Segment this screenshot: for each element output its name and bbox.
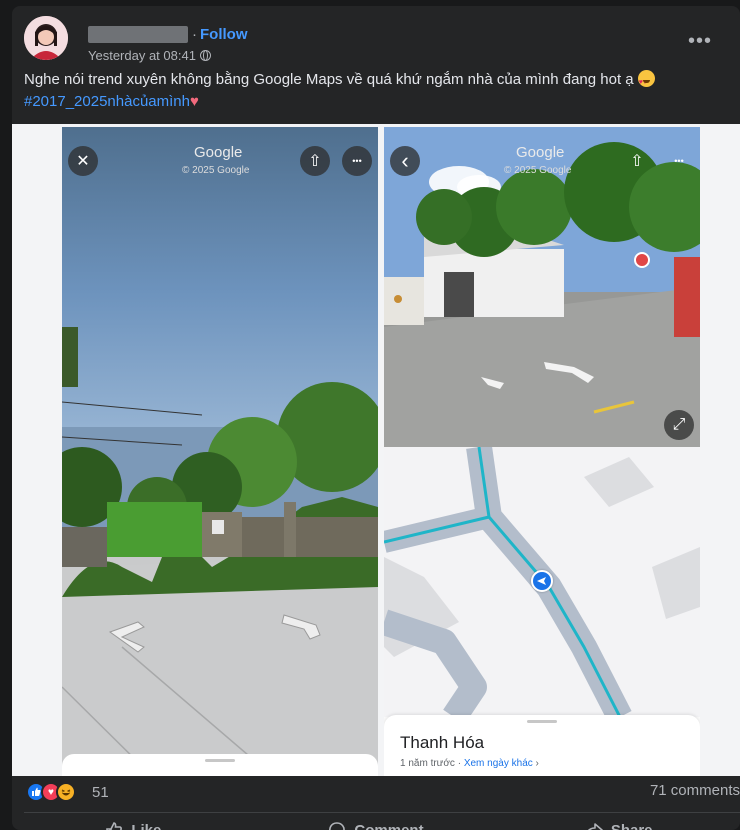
- streetview-more-button-right[interactable]: •••: [664, 146, 694, 176]
- google-watermark-right: Google: [516, 144, 565, 161]
- divider: [24, 812, 740, 813]
- post-card: · Follow Yesterday at 08:41 ••• Nghe nói …: [12, 6, 740, 830]
- streetview-screenshot-right: ‹ Google © 2025 Google ⇧ ••• ⤢ Thanh Hóa…: [384, 127, 700, 776]
- post-text: Nghe nói trend xuyên không bằng Google M…: [24, 69, 724, 113]
- post-header: · Follow Yesterday at 08:41 •••: [24, 16, 724, 64]
- separator-dot: ·: [192, 26, 197, 43]
- streetview-scene-left: [62, 327, 378, 776]
- author-avatar[interactable]: [24, 16, 68, 60]
- comment-button[interactable]: Comment: [255, 818, 498, 830]
- comments-count[interactable]: 71 comments: [650, 782, 740, 799]
- streetview-close-button[interactable]: ✕: [68, 146, 98, 176]
- like-label: Like: [131, 821, 162, 830]
- author-name-redacted[interactable]: [88, 26, 188, 43]
- bottom-sheet-left[interactable]: [62, 754, 378, 776]
- location-marker-icon[interactable]: [531, 570, 553, 592]
- heart-emoji-icon: ♥: [189, 93, 199, 110]
- follow-link-wrap: · Follow: [192, 26, 248, 43]
- comment-label: Comment: [354, 821, 424, 830]
- share-label: Share: [610, 821, 653, 830]
- reaction-icons[interactable]: ♥: [26, 782, 76, 802]
- expand-icon[interactable]: ⤢: [664, 410, 694, 440]
- follow-button[interactable]: Follow: [200, 26, 248, 43]
- heart-eyes-emoji-icon: [637, 70, 655, 94]
- place-sheet[interactable]: Thanh Hóa 1 năm trước · Xem ngày khác ›: [384, 715, 700, 776]
- like-button[interactable]: Like: [12, 818, 255, 830]
- post-actions: Like Comment Share: [12, 818, 740, 830]
- haha-reaction-icon: [56, 782, 76, 802]
- sheet-handle[interactable]: [205, 759, 235, 762]
- streetview-back-button[interactable]: ‹: [390, 146, 420, 176]
- google-copyright-left: © 2025 Google: [182, 165, 250, 176]
- place-name: Thanh Hóa: [400, 733, 485, 752]
- place-sheet-handle[interactable]: [527, 720, 557, 723]
- streetview-pane-right: ‹ Google © 2025 Google ⇧ ••• ⤢: [384, 127, 700, 447]
- globe-icon: [199, 50, 211, 61]
- mini-map[interactable]: [384, 447, 700, 717]
- comment-icon: [329, 822, 346, 830]
- post-meta: Yesterday at 08:41: [88, 48, 211, 63]
- reaction-stats: ♥ 51 71 comments: [12, 778, 740, 808]
- google-watermark-left: Google: [194, 144, 243, 161]
- streetview-more-button-left[interactable]: •••: [342, 146, 372, 176]
- hashtag-link[interactable]: #2017_2025nhàcủamình: [24, 93, 190, 110]
- post-more-button[interactable]: •••: [688, 31, 712, 51]
- post-timestamp[interactable]: Yesterday at 08:41: [88, 48, 196, 63]
- post-text-body: Nghe nói trend xuyên không bằng Google M…: [24, 71, 638, 88]
- post-image[interactable]: ✕ Google © 2025 Google ⇧ ••• ‹ Google © …: [12, 124, 740, 776]
- streetview-share-button-right[interactable]: ⇧: [622, 146, 652, 176]
- see-other-dates-link[interactable]: Xem ngày khác: [464, 758, 533, 769]
- place-date: 1 năm trước ·: [400, 758, 464, 769]
- chevron-right-icon: ›: [532, 758, 539, 769]
- streetview-share-button-left[interactable]: ⇧: [300, 146, 330, 176]
- reaction-count[interactable]: 51: [92, 784, 109, 801]
- google-copyright-right: © 2025 Google: [504, 165, 572, 176]
- place-subtitle: 1 năm trước · Xem ngày khác ›: [400, 758, 539, 769]
- streetview-screenshot-left: ✕ Google © 2025 Google ⇧ •••: [62, 127, 378, 776]
- thumbs-up-icon: [106, 822, 123, 830]
- share-button[interactable]: Share: [497, 818, 740, 830]
- share-icon: [587, 823, 603, 830]
